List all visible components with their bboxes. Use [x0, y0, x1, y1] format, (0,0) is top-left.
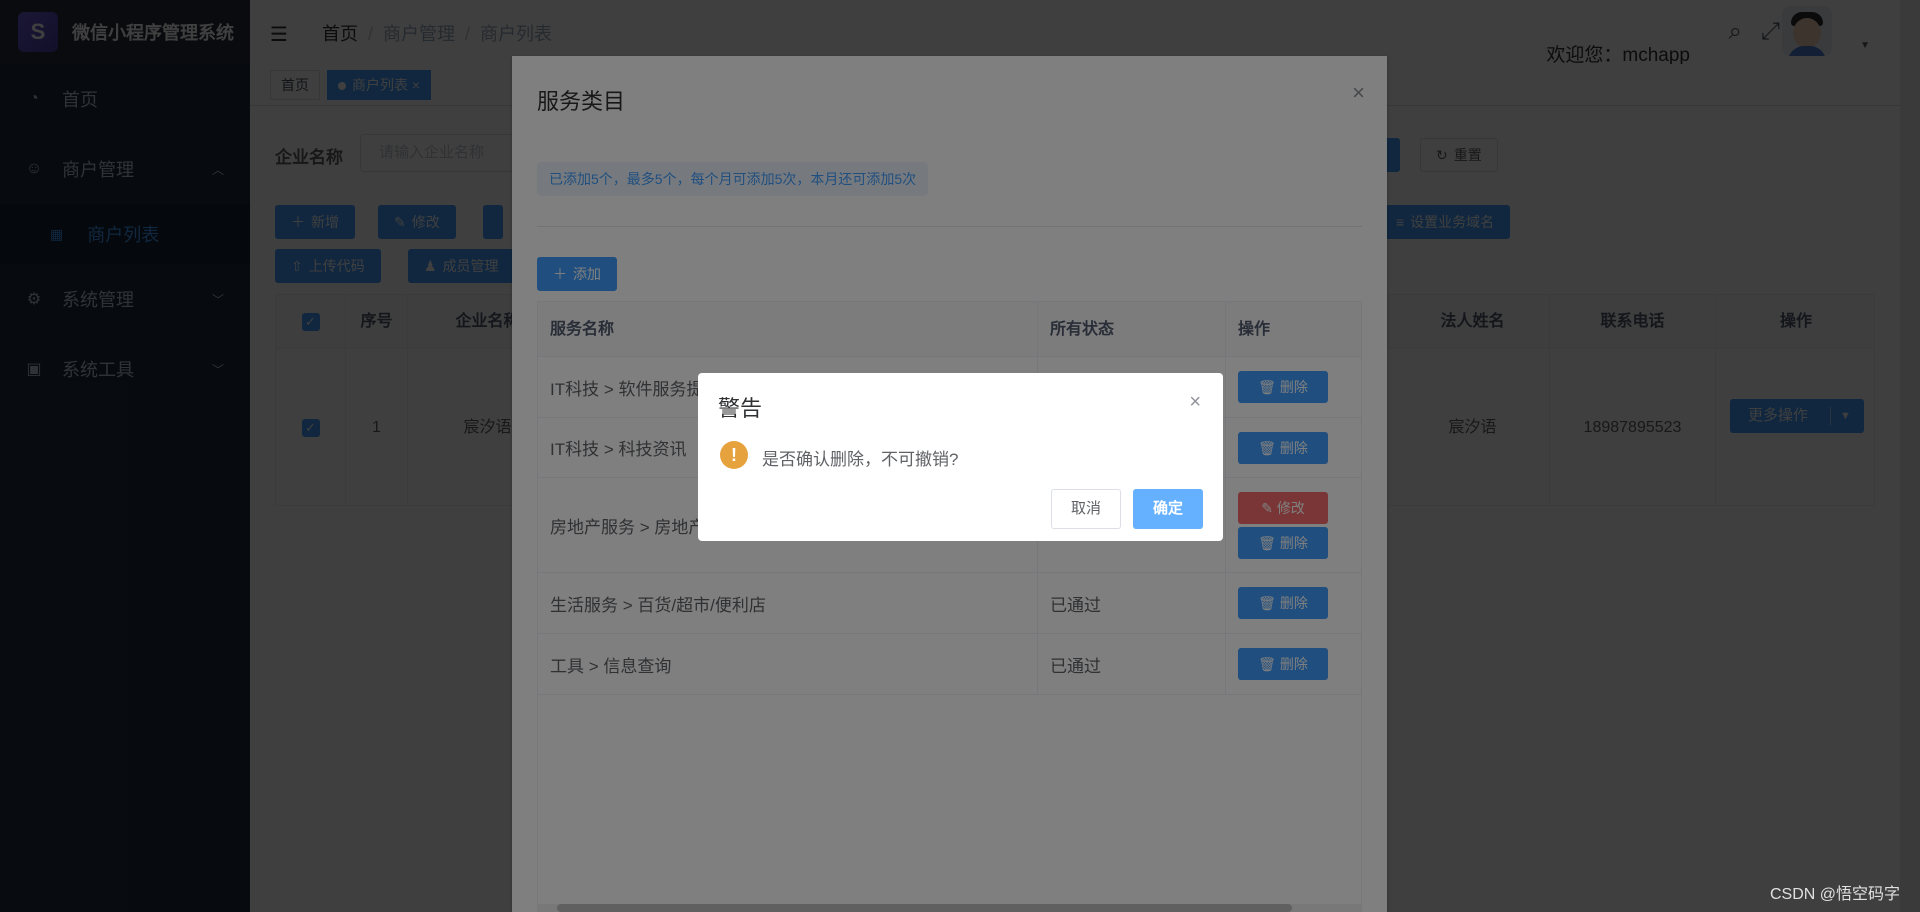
cancel-button[interactable]: 取消 — [1051, 489, 1121, 529]
confirm-button[interactable]: 确定 — [1133, 489, 1203, 529]
warning-message: 是否确认删除，不可撤销? — [762, 450, 959, 469]
warning-dialog: 警告 × ! 是否确认删除，不可撤销? 取消 确定 — [698, 373, 1223, 541]
dialog-title: 警告 — [718, 396, 763, 421]
close-icon[interactable]: × — [1189, 391, 1201, 414]
warning-icon: ! — [720, 441, 748, 469]
watermark: CSDN @悟空码字 — [1769, 886, 1900, 903]
